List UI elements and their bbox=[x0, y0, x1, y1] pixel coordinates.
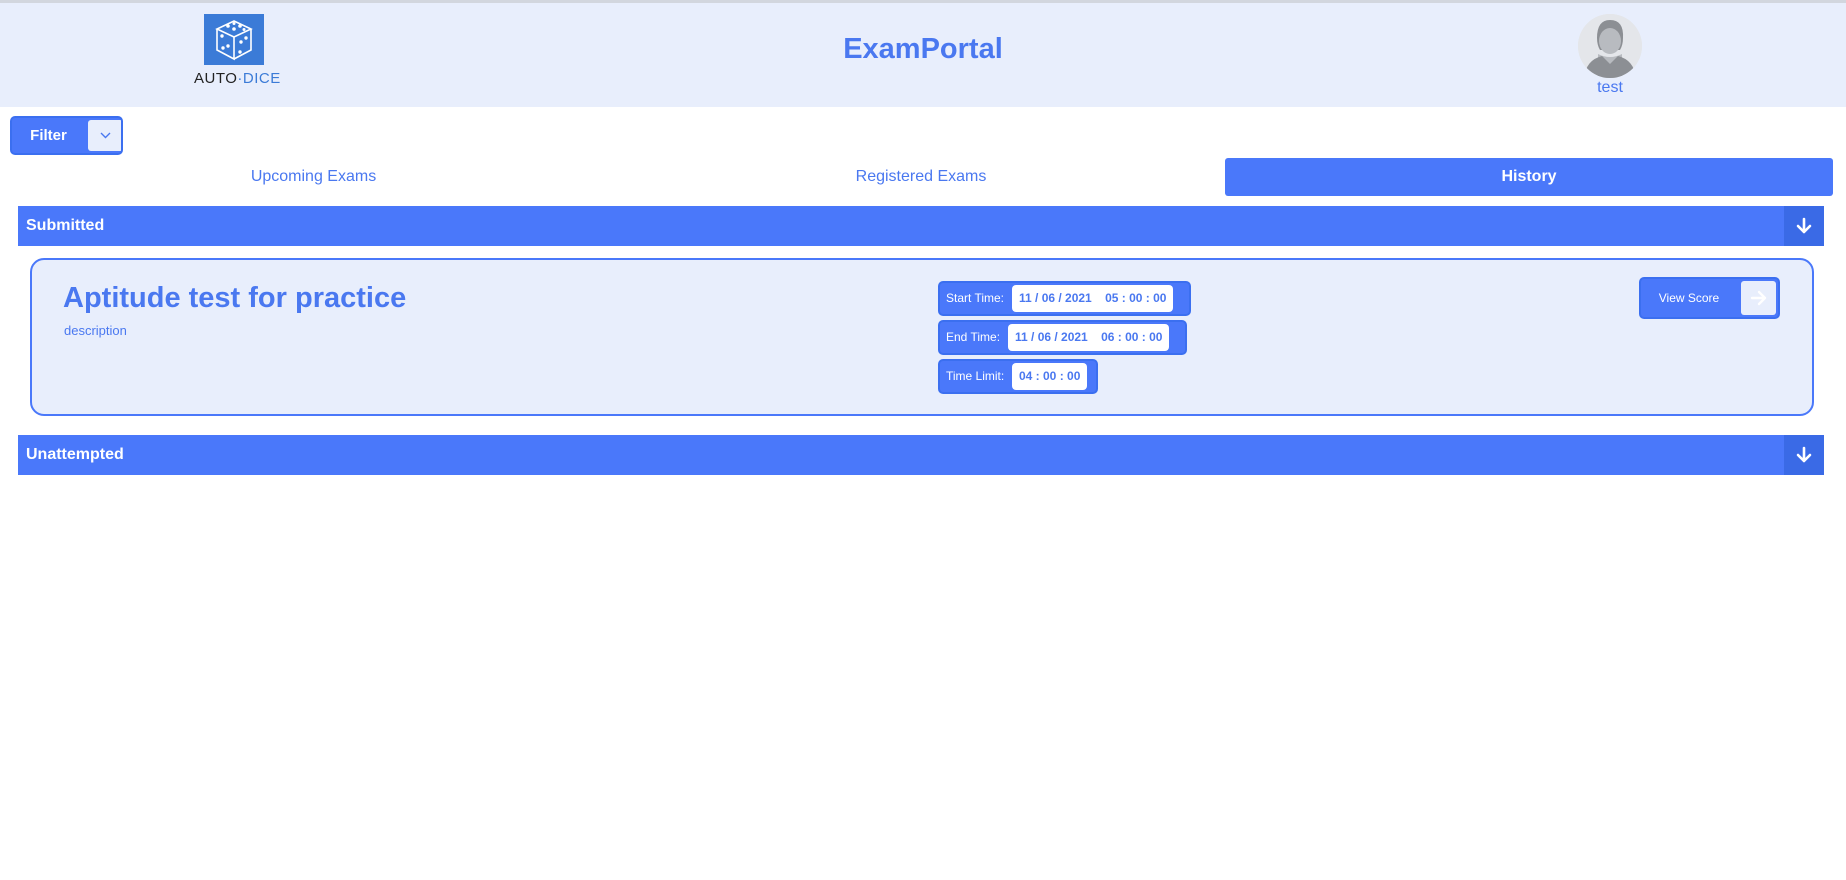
arrow-right-icon bbox=[1741, 281, 1776, 315]
exam-description: description bbox=[64, 323, 127, 338]
view-score-button[interactable]: View Score bbox=[1639, 277, 1780, 319]
user-silhouette-icon bbox=[1578, 14, 1642, 78]
section-submitted-header[interactable]: Submitted bbox=[18, 206, 1824, 246]
time-limit-value: 04 : 00 : 00 bbox=[1012, 363, 1088, 390]
start-time-label: Start Time: bbox=[946, 291, 1005, 305]
tab-history[interactable]: History bbox=[1225, 158, 1833, 196]
chevron-down-icon[interactable] bbox=[88, 120, 121, 151]
end-time-field: End Time: 11 / 06 / 2021 06 : 00 : 00 bbox=[938, 320, 1187, 355]
filter-label: Filter bbox=[30, 127, 67, 144]
section-unattempted-header[interactable]: Unattempted bbox=[18, 435, 1824, 475]
exam-card: Aptitude test for practice description S… bbox=[30, 258, 1814, 416]
username-label[interactable]: test bbox=[1560, 79, 1660, 97]
logo-wordmark: AUTO·DICE bbox=[194, 70, 281, 87]
app-header: AUTO·DICE ExamPortal test bbox=[0, 3, 1846, 107]
view-score-label: View Score bbox=[1658, 291, 1720, 305]
time-limit-label: Time Limit: bbox=[946, 369, 1005, 383]
user-avatar[interactable] bbox=[1578, 14, 1642, 78]
filter-dropdown[interactable]: Filter bbox=[10, 116, 123, 155]
exam-title: Aptitude test for practice bbox=[63, 282, 407, 314]
logo-wordmark-main: AUTO bbox=[194, 70, 238, 87]
start-time-field: Start Time: 11 / 06 / 2021 05 : 00 : 00 bbox=[938, 281, 1191, 316]
time-limit-field: Time Limit: 04 : 00 : 00 bbox=[938, 359, 1098, 394]
end-time-label: End Time: bbox=[946, 330, 1001, 344]
arrow-down-icon[interactable] bbox=[1784, 206, 1824, 246]
start-time-value: 11 / 06 / 2021 05 : 00 : 00 bbox=[1012, 285, 1174, 312]
tab-registered-exams[interactable]: Registered Exams bbox=[627, 158, 1215, 196]
end-time-value: 11 / 06 / 2021 06 : 00 : 00 bbox=[1008, 324, 1170, 351]
tab-upcoming-exams[interactable]: Upcoming Exams bbox=[18, 158, 609, 196]
section-title: Submitted bbox=[26, 217, 105, 234]
section-title: Unattempted bbox=[26, 446, 124, 463]
app-title: ExamPortal bbox=[843, 33, 1003, 65]
arrow-down-icon[interactable] bbox=[1784, 435, 1824, 475]
logo-wordmark-accent: DICE bbox=[242, 70, 281, 87]
